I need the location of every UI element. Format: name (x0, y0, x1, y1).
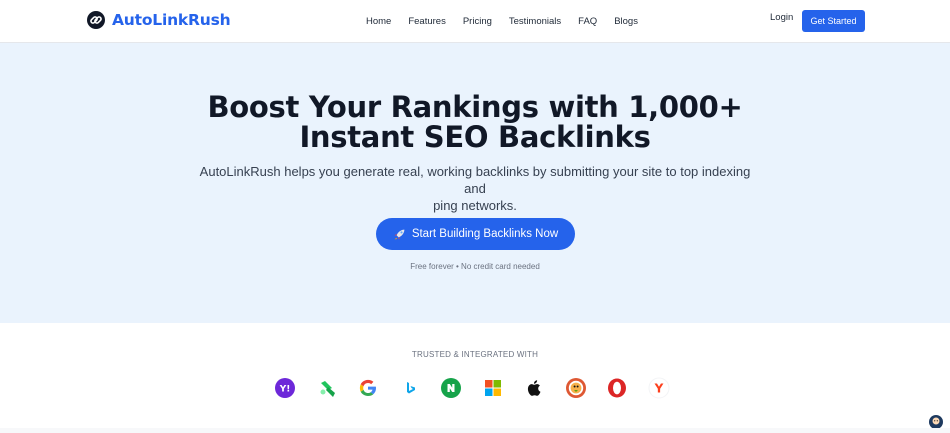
login-link[interactable]: Login (770, 12, 793, 23)
subtext-line-2: ping networks. (433, 198, 517, 213)
yahoo-icon: Y! (275, 378, 295, 398)
link-icon (87, 11, 105, 29)
bitly-logo (316, 376, 358, 400)
microsoft-icon (484, 380, 501, 396)
apple-icon (527, 380, 541, 396)
get-started-button[interactable]: Get Started (802, 10, 865, 32)
microsoft-logo (482, 376, 524, 400)
brand-logo[interactable]: AutoLinkRush (86, 10, 231, 30)
bitly-icon (320, 381, 335, 397)
svg-text:Y: Y (653, 382, 663, 396)
yahoo-logo: Y! (274, 376, 316, 400)
svg-text:Y!: Y! (279, 385, 291, 395)
subtext-line-1: AutoLinkRush helps you generate real, wo… (199, 164, 751, 196)
duckduckgo-logo (565, 376, 607, 400)
top-navbar: AutoLinkRush Home Features Pricing Testi… (0, 0, 950, 43)
start-building-label: Start Building Backlinks Now (411, 228, 559, 240)
nav-home[interactable]: Home (366, 16, 391, 27)
apple-logo (523, 376, 565, 400)
google-logo (357, 376, 399, 400)
yandex-logo: Y (648, 376, 690, 400)
yandex-icon: Y (648, 377, 669, 399)
bing-logo (399, 376, 441, 400)
naver-logo (440, 376, 482, 400)
brand-name: AutoLinkRush (112, 11, 231, 29)
rocket-icon (394, 229, 405, 239)
headline-line-2: Instant SEO Backlinks (299, 120, 651, 154)
hero-headline: Boost Your Rankings with 1,000+ Instant … (0, 92, 950, 152)
opera-logo (606, 376, 648, 400)
hero-subtext: AutoLinkRush helps you generate real, wo… (190, 163, 760, 214)
hero-section: Boost Your Rankings with 1,000+ Instant … (0, 43, 950, 323)
main-menu: Home Features Pricing Testimonials FAQ B… (366, 16, 638, 27)
nav-features[interactable]: Features (408, 16, 446, 27)
section-divider (0, 428, 950, 433)
naver-icon (441, 378, 461, 398)
start-building-button[interactable]: Start Building Backlinks Now (376, 218, 575, 250)
nav-blogs[interactable]: Blogs (614, 16, 638, 27)
trusted-logos: Y! Y (274, 376, 689, 400)
headline-line-1: Boost Your Rankings with 1,000+ (207, 90, 743, 124)
nav-testimonials[interactable]: Testimonials (509, 16, 561, 27)
bing-icon (406, 382, 415, 394)
duckduckgo-icon (565, 378, 586, 398)
nav-pricing[interactable]: Pricing (463, 16, 492, 27)
opera-icon (608, 378, 626, 398)
nav-faq[interactable]: FAQ (578, 16, 597, 27)
hero-note: Free forever • No credit card needed (410, 262, 540, 271)
google-icon (359, 379, 376, 396)
trusted-label: TRUSTED & INTEGRATED WITH (411, 350, 539, 359)
